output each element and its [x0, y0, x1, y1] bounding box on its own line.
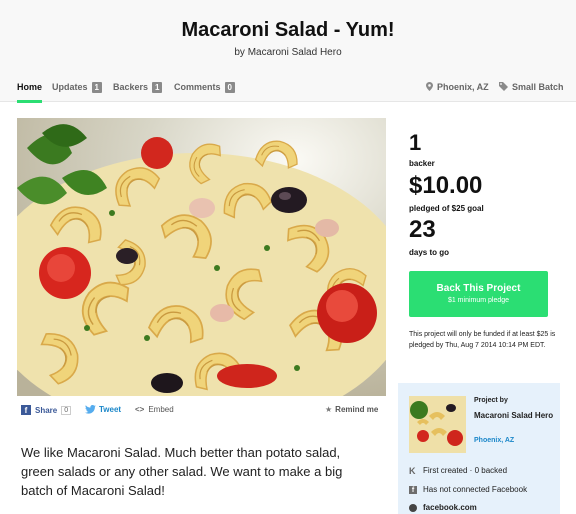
- location-link[interactable]: Phoenix, AZ: [426, 82, 489, 92]
- facebook-small-icon: f: [409, 485, 417, 494]
- tab-comments-label: Comments: [174, 82, 221, 92]
- back-button-sublabel: $1 minimum pledge: [447, 297, 510, 304]
- creator-name[interactable]: Macaroni Salad Hero: [474, 411, 554, 421]
- days-label: days to go: [409, 248, 450, 257]
- creator-website-label: facebook.com: [423, 503, 477, 512]
- creator-history: K First created · 0 backed: [409, 466, 507, 475]
- remind-me-button[interactable]: ★ Remind me: [325, 405, 378, 414]
- share-bar: f Share 0 Tweet <> Embed ★ Remind me: [17, 405, 386, 419]
- twitter-icon: [85, 405, 96, 414]
- star-icon: ★: [325, 405, 333, 414]
- creator-by-label: Project by: [474, 397, 508, 404]
- tab-comments-count: 0: [224, 82, 235, 93]
- tab-home-label: Home: [17, 82, 43, 92]
- map-pin-icon: [426, 82, 433, 91]
- backers-count: 1: [409, 130, 422, 155]
- embed-button[interactable]: <> Embed: [135, 405, 174, 414]
- creator-facebook-status: f Has not connected Facebook: [409, 485, 527, 494]
- creator-website-link[interactable]: facebook.com: [409, 503, 477, 512]
- facebook-share-button[interactable]: f Share 0: [21, 405, 72, 415]
- pledged-amount: $10.00: [409, 172, 483, 199]
- project-byline[interactable]: by Macaroni Salad Hero: [0, 47, 576, 58]
- creator-facebook-label: Has not connected Facebook: [423, 485, 528, 494]
- tab-updates-count: 1: [91, 82, 102, 93]
- tweet-button[interactable]: Tweet: [85, 405, 121, 414]
- share-count: 0: [61, 405, 72, 415]
- tab-home[interactable]: Home: [17, 82, 43, 103]
- code-icon: <>: [135, 405, 145, 414]
- back-button-label: Back This Project: [436, 283, 521, 294]
- creator-location[interactable]: Phoenix, AZ: [474, 437, 514, 444]
- tab-backers-count: 1: [152, 82, 163, 93]
- project-video-image[interactable]: [17, 118, 386, 396]
- creator-history-label: First created · 0 backed: [423, 466, 508, 475]
- kickstarter-icon: K: [409, 465, 416, 476]
- days-left: 23: [409, 216, 436, 243]
- project-nav: Home Updates 1 Backers 1 Comments 0 Phoenix…: [0, 78, 576, 103]
- creator-card: Project by Macaroni Salad Hero Phoenix, …: [398, 383, 560, 514]
- pledged-label: pledged of $25 goal: [409, 204, 484, 213]
- project-header: Macaroni Salad - Yum! by Macaroni Salad …: [0, 0, 576, 103]
- embed-label: Embed: [148, 405, 174, 414]
- globe-icon: [409, 503, 417, 512]
- tweet-label: Tweet: [99, 405, 122, 414]
- funding-note: This project will only be funded if at l…: [409, 331, 556, 349]
- tab-updates[interactable]: Updates 1: [52, 82, 102, 102]
- tab-backers[interactable]: Backers 1: [113, 82, 163, 102]
- tab-comments[interactable]: Comments 0: [174, 82, 235, 102]
- category-link[interactable]: Small Batch: [499, 82, 564, 92]
- share-label: Share: [35, 405, 58, 415]
- creator-avatar-photo: [409, 396, 466, 453]
- tab-backers-label: Backers: [113, 82, 149, 92]
- remind-label: Remind me: [335, 405, 379, 414]
- tab-updates-label: Updates: [52, 82, 88, 92]
- creator-avatar[interactable]: [409, 396, 466, 453]
- category-label: Small Batch: [512, 82, 564, 92]
- tag-icon: [499, 82, 508, 91]
- location-label: Phoenix, AZ: [437, 82, 489, 92]
- backers-label: backer: [409, 159, 435, 168]
- macaroni-salad-photo: [17, 118, 386, 396]
- back-this-project-button[interactable]: Back This Project $1 minimum pledge: [409, 271, 548, 317]
- project-description: We like Macaroni Salad. Much better than…: [21, 445, 343, 498]
- facebook-icon: f: [21, 405, 31, 415]
- project-title: Macaroni Salad - Yum!: [181, 19, 395, 41]
